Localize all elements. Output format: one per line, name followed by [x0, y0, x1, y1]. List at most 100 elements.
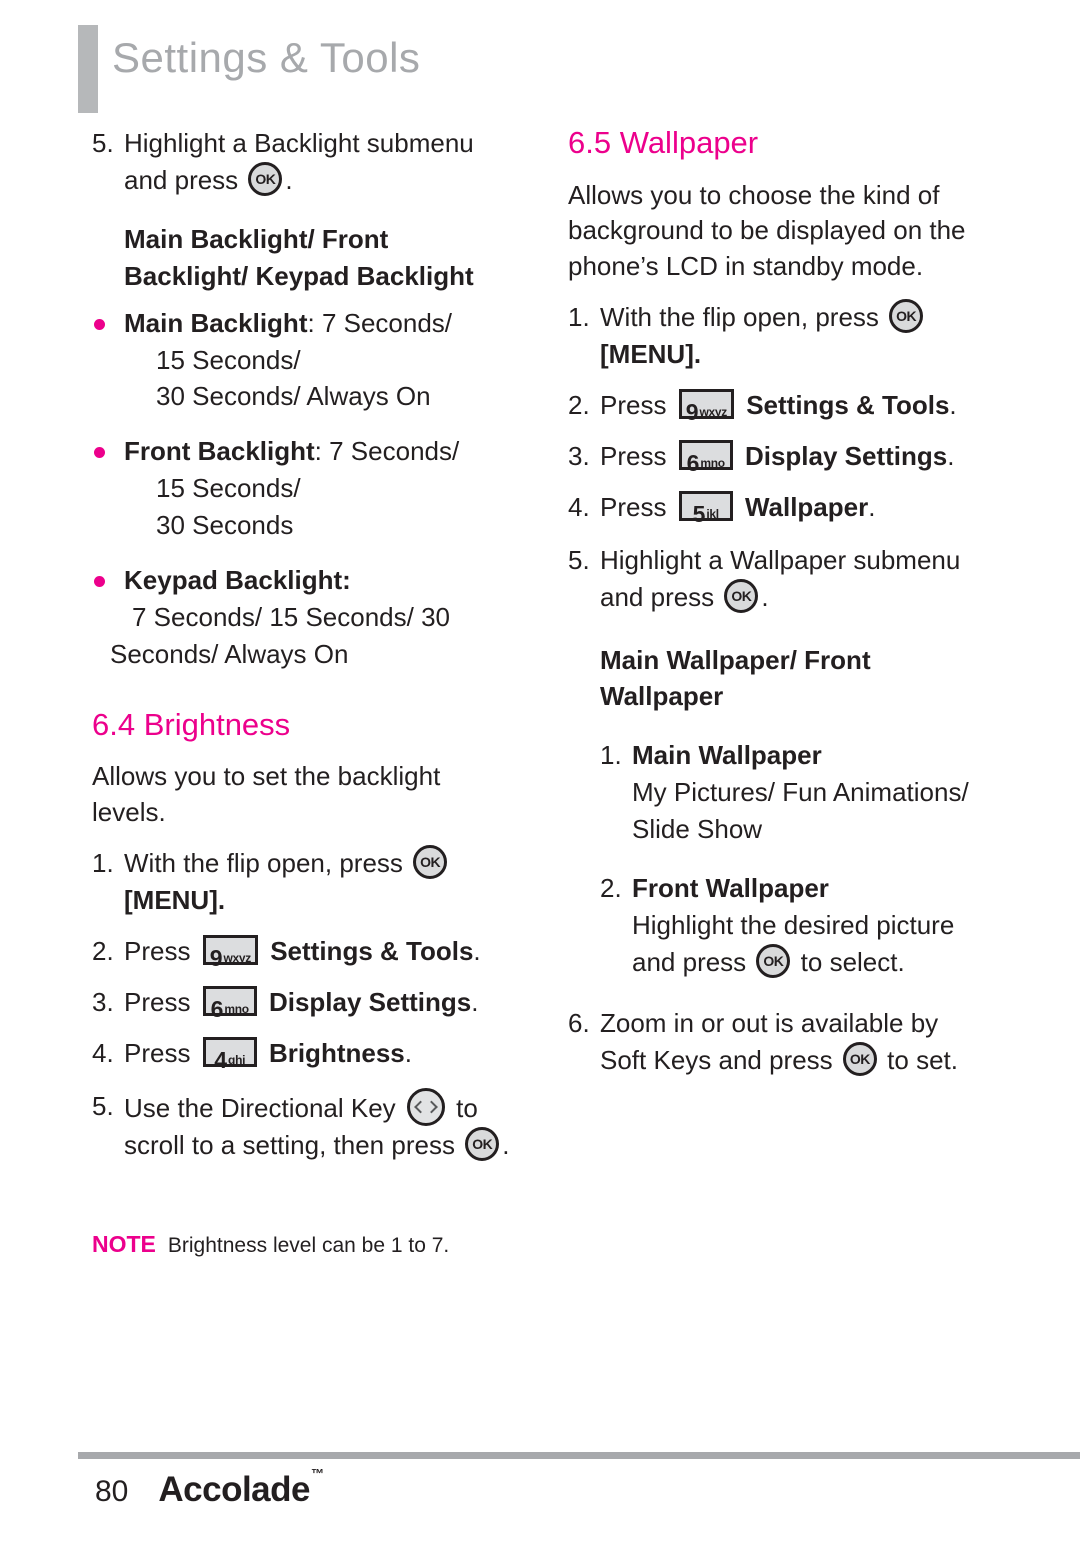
key-letters: jkl [706, 506, 719, 521]
step-text: With the flip open, press [600, 302, 879, 333]
bullet-label: Main Backlight [124, 307, 308, 338]
step-menu-label: [MENU]. [600, 339, 702, 370]
wallpaper-step-4: 4. Press 5jkl Wallpaper. [568, 489, 988, 526]
step-text-after: . [285, 164, 293, 195]
bullet-value-3: 30 Seconds/ Always On [156, 381, 431, 412]
step-menu-label: Brightness [268, 1037, 405, 1068]
bullet-separator: : [314, 436, 330, 467]
step-number: 2. [92, 935, 114, 966]
wallpaper-step-3: 3. Press 6mno Display Settings. [568, 438, 988, 475]
sub-step-title: Front Wallpaper [632, 873, 829, 904]
step-period: . [947, 440, 955, 471]
bullet-dot-icon [94, 576, 105, 588]
section-heading-brightness: 6.4 Brightness [92, 706, 291, 742]
bullet-separator: : [307, 307, 322, 338]
brand-logo: Accolade™ [158, 1466, 324, 1510]
sub-step-title: Main Wallpaper [632, 740, 822, 771]
numeric-key-9-icon: 9wxyz [202, 934, 258, 970]
page-footer: 80 Accolade™ [95, 1466, 324, 1516]
brightness-step-3: 3. Press 6mno Display Settings. [92, 984, 512, 1021]
ok-key-icon [889, 299, 924, 334]
brightness-intro-text: Allows you to set the backlight levels. [92, 761, 441, 828]
step-number: 4. [568, 491, 590, 522]
wallpaper-sub-step-1: 1. Main Wallpaper My Pictures/ Fun Anima… [568, 737, 988, 848]
directional-key-icon [406, 1087, 445, 1126]
page-title: Settings & Tools [112, 34, 421, 81]
backlight-submenu-subheading: Main Backlight/ Front Backlight/ Keypad … [124, 223, 474, 291]
step-number: 5. [568, 544, 590, 575]
step-number: 3. [92, 986, 114, 1017]
step-period: . [868, 491, 876, 522]
bullet-label: Front Backlight [124, 436, 315, 467]
sub-step-body: Highlight the desired picture and press [632, 909, 955, 977]
bullet-dot-icon [94, 447, 105, 459]
wallpaper-step-1: 1. With the flip open, press [MENU]. [568, 299, 988, 373]
ok-key-icon [248, 161, 283, 196]
step-menu-label: Settings & Tools [270, 935, 474, 966]
key-letters: mno [700, 456, 725, 471]
step-period: . [404, 1037, 412, 1068]
numeric-key-6-icon: 6mno [202, 985, 257, 1021]
wallpaper-step-6: 6. Zoom in or out is available by Soft K… [568, 1005, 988, 1079]
footer-divider [78, 1452, 1080, 1459]
step-text: Press [124, 986, 191, 1017]
sub-step-body: My Pictures/ Fun Animations/ Slide Show [632, 777, 969, 845]
left-column: 5. Highlight a Backlight submenu and pre… [92, 125, 512, 1169]
key-letters: wxyz [699, 405, 728, 420]
step-period: . [761, 581, 769, 612]
step-menu-label: Display Settings [268, 986, 472, 1017]
step-text: Press [124, 935, 191, 966]
wallpaper-step-2: 2. Press 9wxyz Settings & Tools. [568, 387, 988, 424]
bullet-value-1: 7 Seconds/ 15 Seconds/ 30 [132, 601, 451, 632]
step-text-after: to set. [887, 1044, 958, 1075]
step-highlight-backlight-submenu: 5. Highlight a Backlight submenu and pre… [92, 125, 512, 199]
step-number: 2. [600, 873, 622, 904]
ok-key-icon [724, 578, 759, 613]
brightness-step-2: 2. Press 9wxyz Settings & Tools. [92, 933, 512, 970]
step-period: . [471, 986, 479, 1017]
step-menu-label: Display Settings [744, 440, 948, 471]
step-text: Press [600, 491, 667, 522]
bullet-label: Keypad Backlight: [124, 565, 351, 596]
bullet-value-2: 15 Seconds/ [156, 473, 301, 504]
brightness-step-5: 5. Use the Directional Key to scroll to … [92, 1087, 512, 1164]
brand-name: Accolade [158, 1470, 310, 1509]
bullet-value-3: 30 Seconds [156, 510, 294, 541]
step-menu-label: Settings & Tools [746, 390, 950, 421]
brightness-step-4: 4. Press 4ghi Brightness. [92, 1035, 512, 1072]
step-text: Highlight a Wallpaper submenu and press [600, 544, 961, 612]
wallpaper-sub-step-2: 2. Front Wallpaper Highlight the desired… [568, 870, 988, 981]
step-period: . [473, 935, 481, 966]
step-number: 1. [568, 302, 590, 333]
bullet-front-backlight: Front Backlight: 7 Seconds/ 15 Seconds/ … [92, 433, 512, 544]
step-period: . [502, 1129, 510, 1160]
numeric-key-6-icon: 6mno [678, 439, 733, 475]
bullet-value-1: 7 Seconds/ [329, 436, 460, 467]
bullet-keypad-backlight: Keypad Backlight: 7 Seconds/ 15 Seconds/… [92, 562, 512, 673]
numeric-key-4-icon: 4ghi [202, 1036, 257, 1072]
header-accent-bar [78, 25, 98, 113]
bullet-value-1: 7 Seconds/ [321, 307, 453, 338]
step-period: . [949, 390, 957, 421]
step-number: 3. [568, 440, 590, 471]
wallpaper-submenu-subheading: Main Wallpaper/ Front Wallpaper [600, 644, 871, 712]
right-column: 6.5 Wallpaper Allows you to choose the k… [568, 125, 988, 1085]
note-text: Brightness level can be 1 to 7. [167, 1234, 450, 1257]
sub-step-body-after: to select. [800, 946, 905, 977]
ok-key-icon [842, 1041, 877, 1076]
page-number: 80 [95, 1475, 129, 1508]
key-letters: ghi [228, 1052, 246, 1067]
step-text: Press [600, 440, 667, 471]
trademark-symbol: ™ [311, 1466, 324, 1482]
step-text: With the flip open, press [124, 848, 403, 879]
step-number: 1. [600, 740, 622, 771]
step-text: Press [124, 1037, 191, 1068]
bullet-value-2: Seconds/ Always On [110, 638, 349, 669]
section-heading-wallpaper: 6.5 Wallpaper [568, 125, 759, 160]
key-letters: wxyz [223, 951, 252, 966]
key-digit: 4 [214, 1046, 228, 1073]
page-header: Settings & Tools [0, 0, 1080, 120]
key-digit: 6 [210, 995, 224, 1022]
numeric-key-9-icon: 9wxyz [678, 389, 734, 424]
note-block: NOTE Brightness level can be 1 to 7. [92, 1230, 522, 1260]
